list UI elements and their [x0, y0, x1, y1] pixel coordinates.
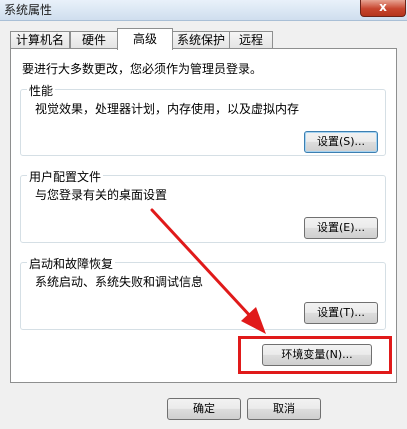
annotation-arrow-icon: [150, 208, 266, 334]
tab-advanced[interactable]: 高级: [117, 28, 173, 50]
